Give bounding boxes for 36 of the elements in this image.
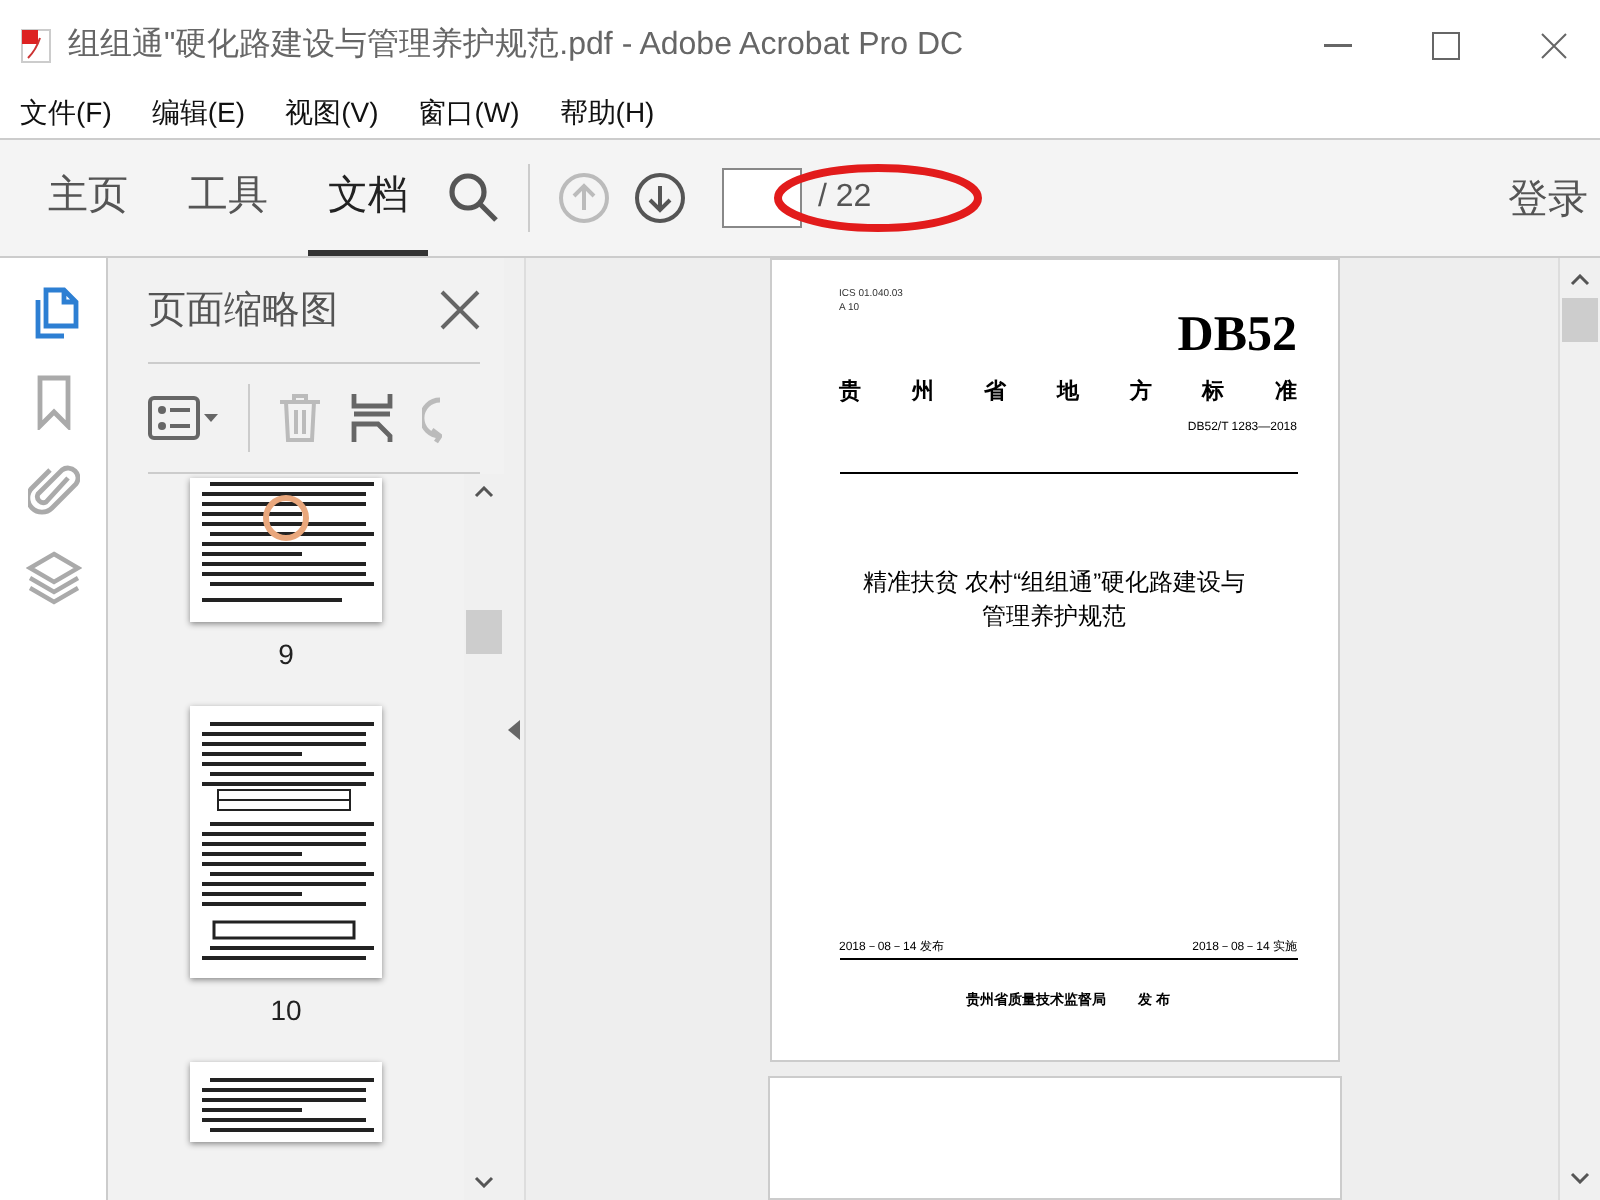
page-number-label: 9 (278, 638, 294, 670)
search-icon[interactable] (448, 172, 500, 224)
toolbar-tab[interactable]: 工具 (168, 140, 288, 256)
authority-name: 贵州省地方标准 (839, 377, 1297, 406)
options-menu-icon[interactable] (148, 396, 220, 440)
menu-item[interactable]: 文件(F) (20, 96, 112, 132)
menu-item[interactable]: 视图(V) (285, 96, 379, 132)
scrollbar-thumb[interactable] (466, 609, 502, 654)
insert-page-icon[interactable] (350, 392, 394, 444)
document-title: 管理养护规范 (980, 600, 1128, 634)
panel-title: 页面缩略图 (148, 288, 340, 336)
document-title: 精准扶贫 农村“组组通”硬化路建设与 (860, 566, 1248, 600)
collapse-arrow-icon[interactable] (508, 719, 520, 739)
sign-in-link[interactable]: 登录 (1508, 171, 1588, 225)
scroll-down-icon[interactable] (474, 1175, 494, 1188)
close-icon[interactable] (1540, 31, 1568, 59)
scroll-up-icon[interactable] (474, 486, 494, 498)
pdf-file-icon (20, 27, 52, 63)
page-count: / 22 (818, 180, 872, 216)
scrollbar-thumb[interactable] (1562, 298, 1598, 342)
menu-item[interactable]: 帮助(H) (559, 96, 655, 132)
page-thumbnail-drawing[interactable] (190, 706, 382, 978)
menu-item[interactable]: 窗口(W) (418, 96, 520, 132)
window-title: 组组通"硬化路建设与管理养护规范.pdf - Adobe Acrobat Pro DC (68, 25, 966, 66)
minimize-icon[interactable] (1324, 43, 1352, 47)
paperclip-icon[interactable] (27, 462, 79, 518)
page-thumbnail-drawing[interactable] (190, 1062, 382, 1142)
scroll-up-icon[interactable] (1570, 274, 1590, 286)
page-thumbnail-drawing[interactable] (190, 478, 382, 622)
toolbar-tab[interactable]: 主页 (28, 140, 148, 256)
close-icon[interactable] (440, 290, 480, 330)
scroll-down-icon[interactable] (1570, 1172, 1590, 1184)
standard-code: DB52 (1175, 308, 1297, 364)
page-number-label: 10 (270, 994, 302, 1026)
maximize-icon[interactable] (1432, 31, 1460, 59)
menu-item[interactable]: 编辑(E) (151, 96, 246, 132)
